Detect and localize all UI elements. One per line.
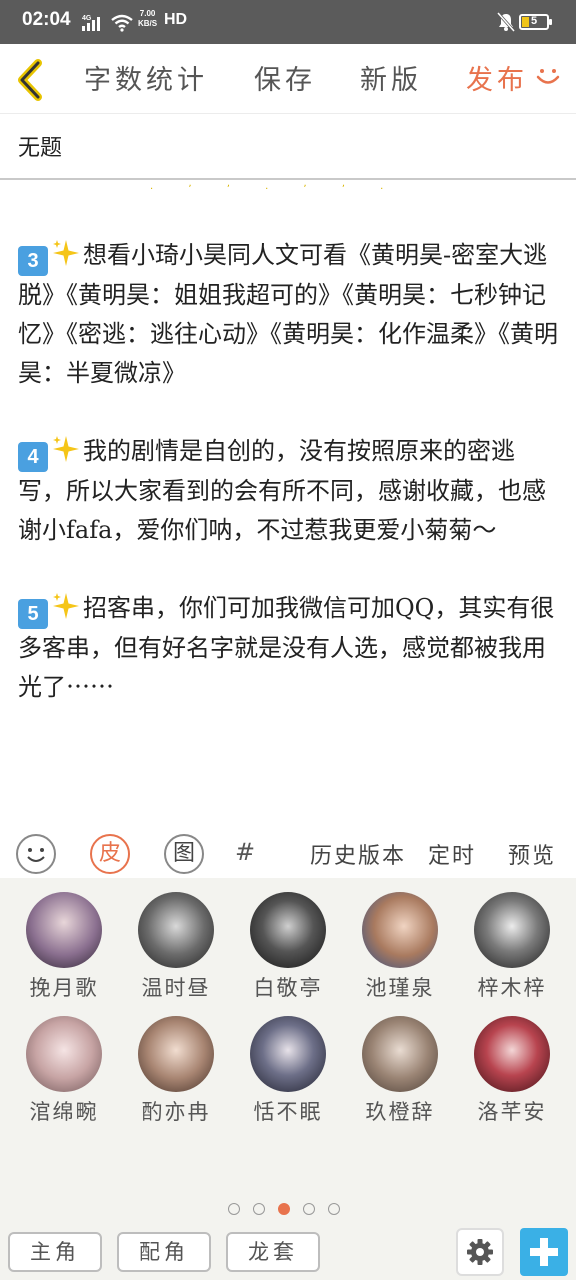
page-indicator	[228, 1200, 353, 1219]
keycap-number-badge: 3	[18, 246, 48, 276]
avatar	[474, 892, 550, 968]
editor-toolbar: 字数统计 保存 新版 发布	[0, 44, 576, 114]
keycap-number-badge: 5	[18, 599, 48, 629]
keycap-number-badge: 4	[18, 442, 48, 472]
role-item[interactable]: 池瑾泉	[350, 892, 450, 1002]
avatar	[138, 1016, 214, 1092]
smile-icon	[534, 62, 562, 94]
role-name: 酌亦冉	[141, 1100, 211, 1124]
paragraph-text: 我的剧情是自创的，没有按照原来的密逃写，所以大家看到的会有所不同，感谢收藏，也感…	[18, 437, 546, 544]
role-item[interactable]: 挽月歌	[14, 892, 114, 1002]
sparkles-emoji-icon	[51, 434, 81, 464]
plus-icon	[530, 1238, 558, 1266]
lead-role-tab[interactable]: 主角	[8, 1232, 102, 1272]
signal-icon: 4G	[82, 14, 108, 36]
sparkles-emoji-icon	[51, 591, 81, 621]
skin-button[interactable]: 皮	[90, 834, 130, 874]
title-field[interactable]: 无题	[0, 114, 576, 180]
settings-button[interactable]	[456, 1228, 504, 1276]
status-time: 02:04	[22, 9, 71, 30]
avatar	[26, 892, 102, 968]
battery-icon: 5	[519, 14, 552, 30]
role-item[interactable]: 玖橙辞	[350, 1016, 450, 1126]
role-item[interactable]: 白敬亭	[238, 892, 338, 1002]
schedule-button[interactable]: 定时	[428, 838, 476, 870]
supporting-role-tab[interactable]: 配角	[117, 1232, 211, 1272]
avatar	[250, 892, 326, 968]
word-count-button[interactable]: 字数统计	[84, 58, 208, 97]
bottom-bar: 主角 配角 龙套	[0, 1224, 576, 1280]
page-dot-active[interactable]	[278, 1203, 290, 1215]
add-role-button[interactable]	[520, 1228, 568, 1276]
avatar	[26, 1016, 102, 1092]
avatar	[362, 1016, 438, 1092]
save-button[interactable]: 保存	[254, 58, 316, 97]
format-bar: 皮 图 # 历史版本 定时 预览	[0, 828, 576, 878]
history-version-button[interactable]: 历史版本	[310, 838, 406, 870]
back-button[interactable]	[14, 58, 46, 102]
role-item[interactable]: 温时昼	[126, 892, 226, 1002]
paragraph: 5 招客串，你们可加我微信可加QQ，其实有很多客串，但有好名字就是没有人选，感觉都…	[18, 589, 558, 707]
role-item[interactable]: 梓木梓	[462, 892, 562, 1002]
paragraph-text: 招客串，你们可加我微信可加QQ，其实有很多客串，但有好名字就是没有人选，感觉都被…	[18, 594, 555, 701]
role-name: 温时昼	[141, 976, 211, 1000]
emoji-face-icon	[27, 848, 45, 862]
gear-icon	[467, 1239, 493, 1265]
role-name: 梓木梓	[477, 976, 547, 1000]
page-dot[interactable]	[228, 1203, 240, 1215]
speed-unit: KB/S	[138, 19, 158, 28]
avatar	[362, 892, 438, 968]
role-item[interactable]: 恬不眠	[238, 1016, 338, 1126]
role-name: 洛芊安	[477, 1100, 547, 1124]
role-name: 涫绵畹	[29, 1100, 99, 1124]
page-dot[interactable]	[253, 1203, 265, 1215]
role-item[interactable]: 涫绵畹	[14, 1016, 114, 1126]
avatar	[138, 892, 214, 968]
hashtag-button[interactable]: #	[235, 838, 255, 866]
avatar	[250, 1016, 326, 1092]
extra-role-tab[interactable]: 龙套	[226, 1232, 320, 1272]
role-name: 恬不眠	[253, 1100, 323, 1124]
speed-value: 7.00	[139, 9, 156, 18]
page-dot[interactable]	[303, 1203, 315, 1215]
paragraph-text: 想看小琦小昊同人文可看《黄明昊-密室大逃脱》《黄明昊：姐姐我超可的》《黄明昊：七…	[18, 241, 558, 387]
page-dot[interactable]	[328, 1203, 340, 1215]
sparkle-divider: · ʼ ʼ · ʼ ʼ ·	[150, 184, 400, 195]
image-button[interactable]: 图	[164, 834, 204, 874]
role-name: 挽月歌	[29, 976, 99, 1000]
hd-indicator: HD	[164, 11, 188, 28]
preview-button[interactable]: 预览	[508, 838, 556, 870]
role-panel: 挽月歌 温时昼 白敬亭 池瑾泉 梓木梓 涫绵畹 酌亦冉 恬不眠 玖橙辞 洛芊安	[0, 878, 576, 1280]
paragraph: 4 我的剧情是自创的，没有按照原来的密逃写，所以大家看到的会有所不同，感谢收藏，也…	[18, 432, 558, 550]
role-name: 玖橙辞	[365, 1100, 435, 1124]
wifi-icon	[110, 14, 134, 36]
title-text: 无题	[18, 136, 63, 161]
back-arrow-icon	[18, 59, 42, 101]
content-editor[interactable]: 3 想看小琦小昊同人文可看《黄明昊-密室大逃脱》《黄明昊：姐姐我超可的》《黄明昊：…	[18, 236, 558, 746]
paragraph: 3 想看小琦小昊同人文可看《黄明昊-密室大逃脱》《黄明昊：姐姐我超可的》《黄明昊：…	[18, 236, 558, 393]
network-speed: 7.00 KB/S	[138, 9, 157, 29]
publish-button[interactable]: 发布	[466, 58, 528, 97]
role-name: 白敬亭	[253, 976, 323, 1000]
sparkles-emoji-icon	[51, 238, 81, 268]
avatar	[474, 1016, 550, 1092]
role-item[interactable]: 酌亦冉	[126, 1016, 226, 1126]
role-name: 池瑾泉	[365, 976, 435, 1000]
emoji-button[interactable]	[16, 834, 56, 874]
mute-icon	[496, 12, 516, 36]
new-version-button[interactable]: 新版	[360, 58, 422, 97]
network-type-label: 4G	[82, 15, 92, 22]
status-bar: 02:04 4G 7.00 KB/S HD 5	[0, 0, 576, 44]
battery-level: 5	[530, 15, 538, 27]
role-item[interactable]: 洛芊安	[462, 1016, 562, 1126]
